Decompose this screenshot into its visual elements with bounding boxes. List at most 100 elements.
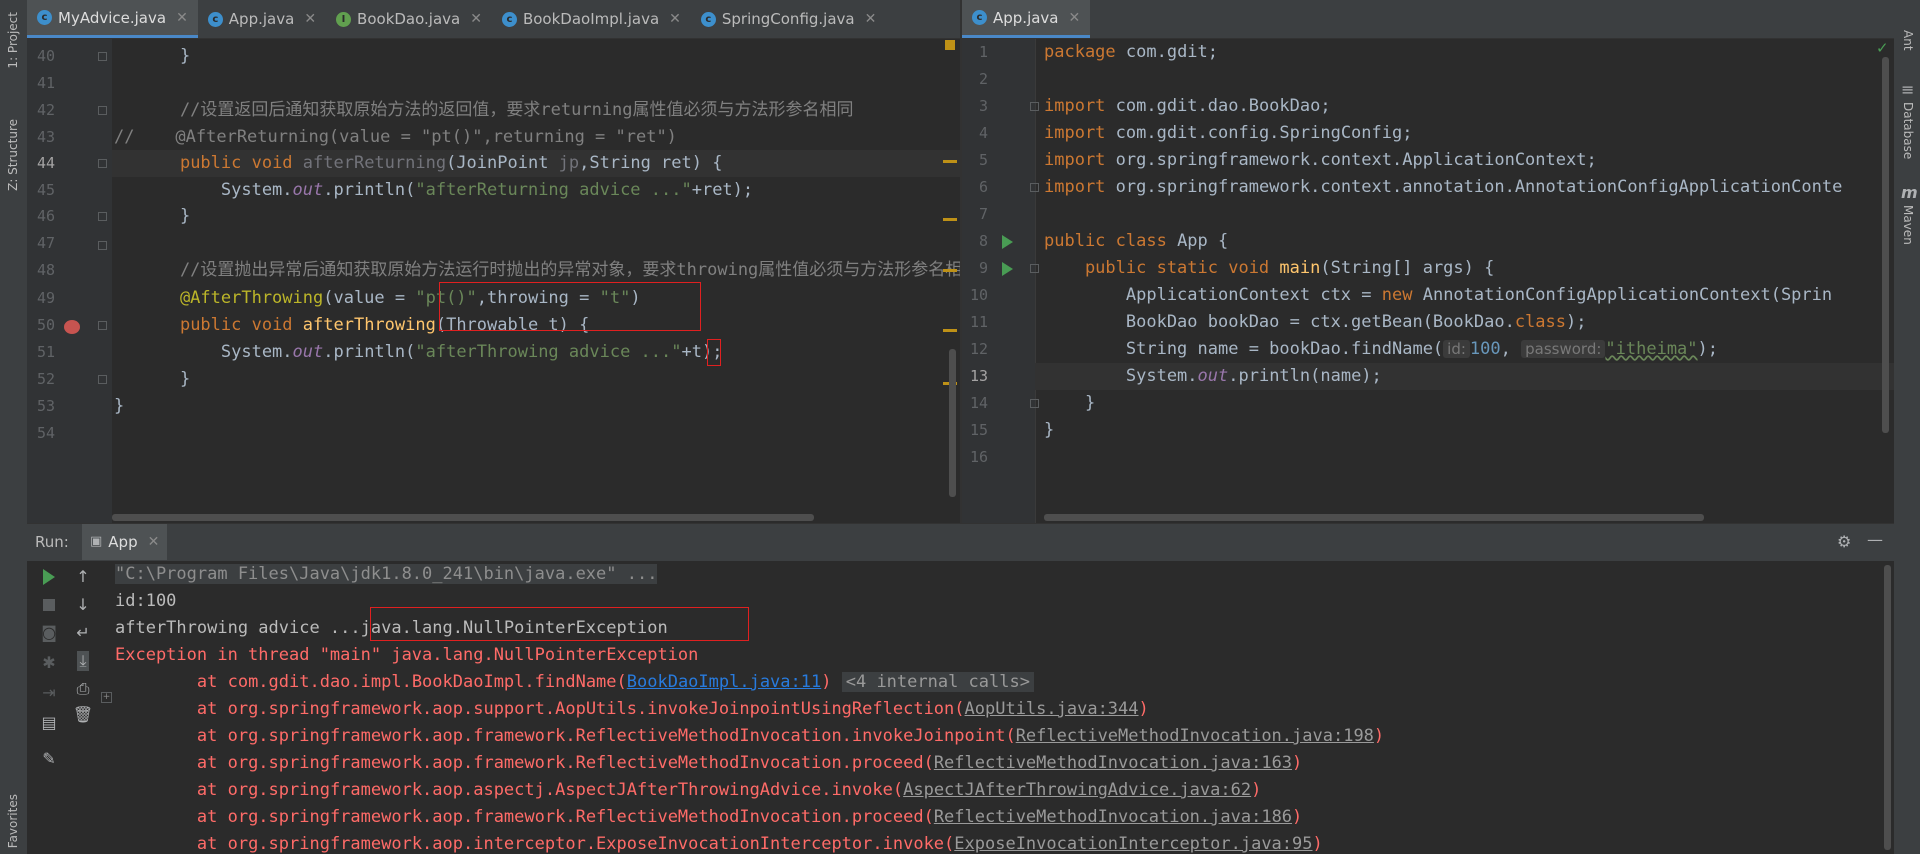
stack-frame: at com.gdit.dao.impl.BookDaoImpl.findNam…	[115, 669, 1034, 696]
change-mark[interactable]	[943, 218, 957, 221]
close-icon[interactable]: ✕	[470, 11, 482, 27]
scroll-up-icon[interactable]: ↑	[76, 569, 89, 585]
console-toolbar-right: ↑ ↓ ↵ ⤓ ⎙ 🗑	[61, 561, 105, 723]
code-line-46: }	[139, 206, 191, 226]
soft-wrap-icon[interactable]: ↵	[76, 625, 89, 641]
line-number: 40	[36, 47, 55, 65]
minimize-icon[interactable]: —	[1867, 532, 1883, 548]
scroll-down-icon[interactable]: ↓	[76, 597, 89, 613]
run-gutter-icon[interactable]	[1002, 262, 1013, 276]
settings-gear-icon[interactable]: ⚙	[1837, 534, 1851, 550]
camera-icon[interactable]: ◙	[41, 625, 57, 641]
close-icon[interactable]: ✕	[669, 11, 681, 27]
tab-label: App.java	[993, 8, 1059, 27]
line-number: 51	[36, 343, 55, 361]
stack-link[interactable]: BookDaoImpl.java:11	[627, 672, 821, 692]
line-number: 43	[36, 128, 55, 146]
expand-internal-icon[interactable]: +	[101, 692, 112, 703]
horizontal-scrollbar[interactable]	[1044, 514, 1704, 521]
tab-bookdaoimpl[interactable]: c BookDaoImpl.java ✕	[492, 0, 691, 38]
maven-tool-button[interactable]: m Maven	[1898, 185, 1918, 255]
fold-marker[interactable]	[98, 241, 107, 250]
horizontal-scrollbar[interactable]	[112, 514, 814, 521]
line-number: 2	[978, 70, 988, 88]
tab-label: MyAdvice.java	[58, 8, 167, 27]
change-mark[interactable]	[943, 329, 957, 332]
structure-tool-button[interactable]: Z: Structure	[4, 115, 24, 215]
stack-link[interactable]: ReflectiveMethodInvocation.java:186	[934, 807, 1292, 827]
maven-icon: m	[1901, 183, 1918, 202]
fold-marker[interactable]	[1030, 399, 1039, 408]
layout-icon[interactable]: ▤	[41, 715, 56, 731]
ant-tool-button[interactable]: Ant	[1898, 30, 1918, 70]
right-editor[interactable]: 1 2 3 4 5 6 7 8 9 10 11 12 13 14 15 16 p…	[962, 39, 1894, 523]
stack-link[interactable]: AopUtils.java:344	[965, 699, 1139, 719]
highlight-box	[370, 607, 749, 641]
close-icon[interactable]: ✕	[1069, 10, 1081, 26]
database-tool-button[interactable]: ≡ Database	[1898, 82, 1918, 172]
line-number: 41	[36, 74, 55, 92]
tab-label: App.java	[228, 10, 295, 28]
close-icon[interactable]: ✕	[865, 11, 877, 27]
internal-calls-fold[interactable]: <4 internal calls>	[841, 672, 1034, 692]
tab-app[interactable]: c App.java ✕	[198, 0, 326, 38]
print-icon[interactable]: ⎙	[77, 681, 90, 697]
line-number: 3	[978, 97, 988, 115]
fold-marker[interactable]	[98, 52, 107, 61]
line-number: 15	[969, 421, 988, 439]
vertical-scrollbar[interactable]	[1882, 57, 1889, 433]
stack-link[interactable]: AspectJAfterThrowingAdvice.java:62	[903, 780, 1251, 800]
line-number: 50	[36, 316, 55, 334]
line-number: 8	[978, 232, 988, 250]
close-icon[interactable]: ✕	[148, 534, 160, 550]
tab-myadvice[interactable]: c MyAdvice.java ✕	[27, 0, 198, 38]
fold-marker[interactable]	[1030, 183, 1039, 192]
tab-springconfig[interactable]: c SpringConfig.java ✕	[691, 0, 886, 38]
aspect-advice-icon[interactable]	[64, 320, 80, 334]
console-vertical-scrollbar[interactable]	[1884, 565, 1891, 850]
line-number: 44	[36, 154, 55, 172]
scroll-to-end-icon[interactable]: ⤓	[77, 651, 89, 671]
param-hint: id:	[1443, 340, 1470, 358]
close-icon[interactable]: ✕	[304, 11, 316, 27]
vertical-scrollbar[interactable]	[949, 349, 956, 497]
exit-icon[interactable]: ⇥	[42, 685, 55, 701]
run-console[interactable]: ◙ ✱ ⇥ ▤ ✎ ↑ ↓ ↵ ⤓ ⎙ 🗑 + "C:\Program File…	[27, 561, 1894, 854]
favorites-tool-label: Favorites	[6, 794, 20, 849]
clear-trash-icon[interactable]: 🗑	[73, 707, 93, 723]
pin-icon[interactable]: ✎	[42, 751, 55, 767]
tab-app-right[interactable]: c App.java ✕	[962, 0, 1091, 38]
stack-link[interactable]: ExposeInvocationInterceptor.java:95	[954, 834, 1312, 854]
debug-bug-icon[interactable]: ✱	[42, 655, 55, 671]
fold-marker[interactable]	[98, 212, 107, 221]
stack-link[interactable]: ReflectiveMethodInvocation.java:198	[1016, 726, 1374, 746]
class-file-icon: c	[972, 10, 987, 25]
fold-marker[interactable]	[1030, 264, 1039, 273]
stop-icon[interactable]	[43, 599, 55, 611]
right-tool-strip: Ant ≡ Database m Maven	[1893, 0, 1920, 854]
check-ok-icon[interactable]: ✓	[1876, 39, 1889, 57]
stack-link[interactable]: ReflectiveMethodInvocation.java:163	[934, 753, 1292, 773]
app-config-icon: ▣	[90, 534, 103, 549]
code-line-3: import com.gdit.dao.BookDao;	[1044, 96, 1331, 116]
left-editor-tabbar: c MyAdvice.java ✕ c App.java ✕ I BookDao…	[27, 0, 960, 39]
warning-indicator[interactable]	[945, 40, 955, 50]
fold-marker[interactable]	[98, 375, 107, 384]
close-icon[interactable]: ✕	[176, 10, 188, 26]
stack-frame: at org.springframework.aop.framework.Ref…	[115, 807, 1303, 827]
tab-bookdao[interactable]: I BookDao.java ✕	[326, 0, 492, 38]
run-gutter-icon[interactable]	[1002, 235, 1013, 249]
fold-marker[interactable]	[98, 159, 107, 168]
fold-marker[interactable]	[98, 106, 107, 115]
rerun-icon[interactable]	[43, 569, 55, 585]
left-editor[interactable]: 40 41 42 43 44 45 46 47 48 49 50 51 52 5…	[27, 39, 960, 523]
line-number: 53	[36, 397, 55, 415]
project-tool-button[interactable]: 1: Project	[4, 8, 24, 98]
change-mark[interactable]	[943, 160, 957, 163]
fold-marker[interactable]	[98, 321, 107, 330]
line-number: 7	[978, 205, 988, 223]
favorites-tool-button[interactable]: Favorites	[4, 790, 24, 854]
run-tab-app[interactable]: ▣ App ✕	[82, 524, 168, 560]
change-mark[interactable]	[943, 269, 957, 272]
fold-marker[interactable]	[1030, 102, 1039, 111]
